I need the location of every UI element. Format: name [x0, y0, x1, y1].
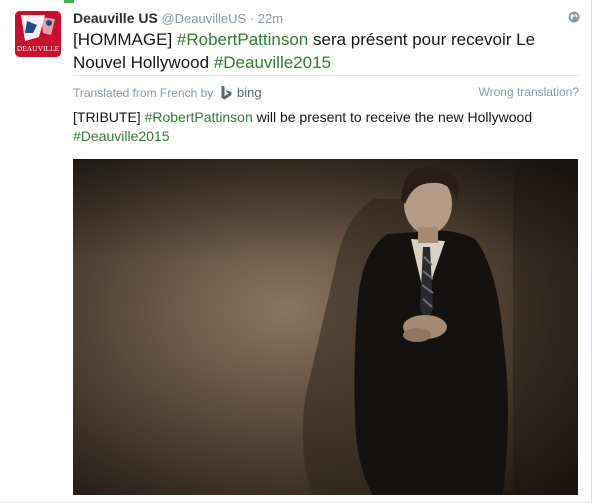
globe-icon[interactable] — [568, 11, 580, 23]
tweet-photo[interactable] — [73, 159, 578, 495]
translation-bar: Translated from French by bing Wrong tra… — [73, 75, 579, 103]
wrong-translation-link[interactable]: Wrong translation? — [479, 85, 580, 99]
translation-attribution: Translated from French by bing — [73, 85, 262, 100]
translated-text-part: will be present to receive the new Holly… — [252, 109, 533, 125]
tweet-text: [HOMMAGE] #RobertPattinson sera présent … — [73, 28, 573, 74]
avatar[interactable]: DEAUVILLE — [15, 11, 61, 57]
top-accent-bar — [64, 0, 74, 3]
user-handle[interactable]: @DeauvilleUS — [161, 11, 246, 26]
translated-text-part: [TRIBUTE] — [73, 109, 145, 125]
translated-hashtag-deauville2015[interactable]: #Deauville2015 — [73, 128, 170, 144]
bing-provider: bing — [236, 85, 262, 100]
hashtag-deauville2015[interactable]: #Deauville2015 — [214, 53, 331, 72]
avatar-text: DEAUVILLE — [17, 44, 60, 53]
hashtag-robertpattinson[interactable]: #RobertPattinson — [177, 30, 308, 49]
bing-logo-icon — [221, 85, 232, 100]
tweet-text-part: [HOMMAGE] — [73, 30, 177, 49]
separator-dot: · — [249, 11, 255, 26]
display-name[interactable]: Deauville US — [73, 10, 158, 26]
translated-hashtag-robertpattinson[interactable]: #RobertPattinson — [145, 109, 253, 125]
translation-label: Translated from French by — [73, 86, 214, 100]
translated-text: [TRIBUTE] #RobertPattinson will be prese… — [73, 108, 573, 146]
tweet-header: Deauville US @DeauvilleUS · 22m — [73, 10, 580, 28]
tweet-time[interactable]: 22m — [258, 11, 283, 26]
